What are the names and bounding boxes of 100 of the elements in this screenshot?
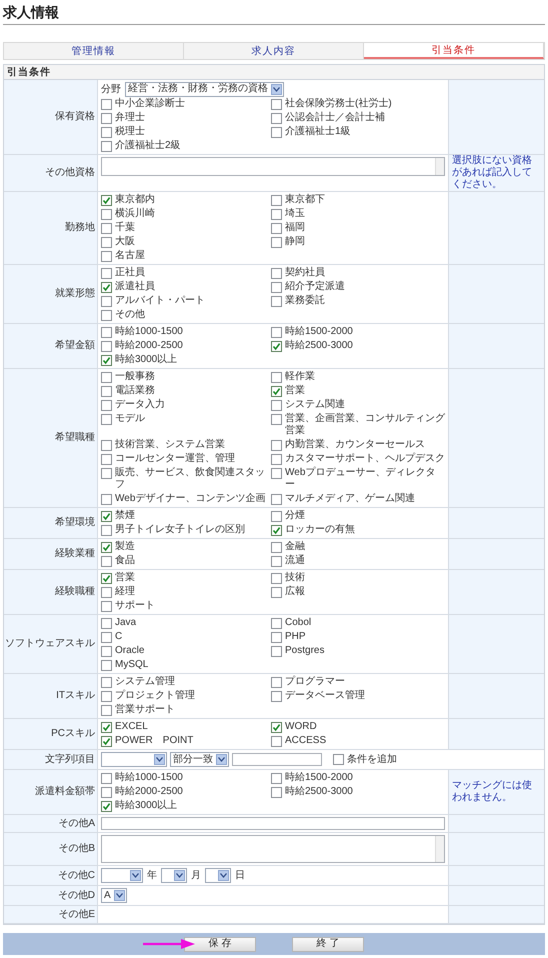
checkbox[interactable] xyxy=(101,572,112,584)
checkbox[interactable] xyxy=(271,194,282,206)
checkbox[interactable] xyxy=(101,736,112,746)
dropdown-arrow-icon xyxy=(114,890,125,901)
checkbox[interactable] xyxy=(101,414,112,424)
checkbox[interactable] xyxy=(101,646,112,656)
checkbox[interactable] xyxy=(101,660,112,670)
dropdown[interactable]: 経営・法務・財務・労務の資格 xyxy=(125,82,284,96)
tab[interactable]: 管理情報 xyxy=(4,43,184,59)
checkbox[interactable] xyxy=(271,542,282,552)
checkbox[interactable] xyxy=(271,786,282,798)
checkbox[interactable] xyxy=(101,250,112,262)
checkbox[interactable] xyxy=(271,510,282,522)
tab[interactable]: 求人内容 xyxy=(184,43,364,59)
checkbox[interactable] xyxy=(271,632,282,642)
checkbox[interactable] xyxy=(271,112,282,124)
checkbox[interactable] xyxy=(101,556,112,566)
checkbox[interactable] xyxy=(271,236,282,248)
checkbox[interactable] xyxy=(101,524,112,536)
button[interactable]: 保 存 xyxy=(184,936,256,952)
tab[interactable]: 引当条件 xyxy=(364,43,544,59)
checkbox[interactable] xyxy=(271,440,282,450)
checkbox[interactable] xyxy=(101,494,112,504)
scrollbar[interactable] xyxy=(435,836,444,862)
checkbox[interactable] xyxy=(101,194,112,206)
checkbox[interactable] xyxy=(101,690,112,702)
text-area[interactable] xyxy=(101,835,445,863)
checkbox[interactable] xyxy=(101,340,112,352)
checkbox[interactable] xyxy=(101,400,112,410)
checkbox[interactable] xyxy=(271,282,282,292)
checkbox[interactable] xyxy=(101,326,112,338)
checkbox[interactable] xyxy=(101,112,112,124)
checkbox[interactable] xyxy=(101,440,112,450)
checkbox[interactable] xyxy=(101,386,112,396)
checkbox[interactable] xyxy=(101,310,112,320)
dropdown[interactable]: 部分一致 xyxy=(170,752,229,767)
dropdown[interactable]: A xyxy=(101,888,127,903)
checkbox[interactable] xyxy=(271,386,282,396)
checkbox[interactable] xyxy=(101,722,112,732)
checkbox[interactable] xyxy=(271,222,282,234)
option-label: POWER POINT xyxy=(115,735,194,747)
checkbox[interactable] xyxy=(101,786,112,798)
checkbox[interactable] xyxy=(101,510,112,522)
checkbox[interactable] xyxy=(271,494,282,504)
checkbox[interactable] xyxy=(101,140,112,152)
checkbox[interactable] xyxy=(101,542,112,552)
checkbox[interactable] xyxy=(101,296,112,306)
dropdown[interactable] xyxy=(205,868,231,883)
checkbox[interactable] xyxy=(101,354,112,366)
checkbox[interactable] xyxy=(271,586,282,598)
checkbox[interactable] xyxy=(101,454,112,464)
dropdown[interactable] xyxy=(101,868,143,883)
checkbox[interactable] xyxy=(271,556,282,566)
checkbox[interactable] xyxy=(101,126,112,138)
checkbox[interactable] xyxy=(101,268,112,278)
checkbox[interactable] xyxy=(271,268,282,278)
button[interactable]: 終 了 xyxy=(292,936,364,952)
checkbox[interactable] xyxy=(101,704,112,716)
checkbox[interactable] xyxy=(101,98,112,110)
checkbox[interactable] xyxy=(271,646,282,656)
checkbox[interactable] xyxy=(271,98,282,110)
checkbox[interactable] xyxy=(101,282,112,292)
scrollbar[interactable] xyxy=(435,158,444,175)
checkbox[interactable] xyxy=(101,772,112,784)
checkbox[interactable] xyxy=(101,208,112,220)
checkbox[interactable] xyxy=(101,800,112,812)
checkbox[interactable] xyxy=(271,690,282,702)
checkbox[interactable] xyxy=(101,586,112,598)
checkbox[interactable] xyxy=(101,618,112,628)
checkbox[interactable] xyxy=(271,468,282,478)
checkbox[interactable] xyxy=(271,736,282,746)
checkbox[interactable] xyxy=(101,222,112,234)
checkbox[interactable] xyxy=(271,296,282,306)
checkbox[interactable] xyxy=(271,572,282,584)
checkbox[interactable] xyxy=(271,208,282,220)
text-area[interactable] xyxy=(101,157,445,176)
checkbox[interactable] xyxy=(271,454,282,464)
text-field[interactable] xyxy=(101,817,445,830)
checkbox[interactable] xyxy=(101,372,112,382)
checkbox[interactable] xyxy=(333,754,344,765)
checkbox[interactable] xyxy=(271,372,282,382)
dropdown[interactable] xyxy=(161,868,187,883)
checkbox[interactable] xyxy=(101,600,112,612)
checkbox[interactable] xyxy=(271,676,282,688)
checkbox[interactable] xyxy=(271,618,282,628)
checkbox[interactable] xyxy=(271,524,282,536)
checkbox[interactable] xyxy=(271,722,282,732)
option-label: 社会保険労務士(社労士) xyxy=(285,98,392,110)
checkbox[interactable] xyxy=(101,236,112,248)
checkbox[interactable] xyxy=(271,772,282,784)
checkbox[interactable] xyxy=(101,676,112,688)
checkbox[interactable] xyxy=(271,326,282,338)
checkbox[interactable] xyxy=(271,340,282,352)
text-field[interactable] xyxy=(232,753,322,766)
option-label: 一般事務 xyxy=(115,371,155,383)
checkbox[interactable] xyxy=(101,632,112,642)
checkbox[interactable] xyxy=(271,126,282,138)
checkbox[interactable] xyxy=(101,468,112,478)
checkbox[interactable] xyxy=(271,400,282,410)
checkbox[interactable] xyxy=(271,414,282,424)
